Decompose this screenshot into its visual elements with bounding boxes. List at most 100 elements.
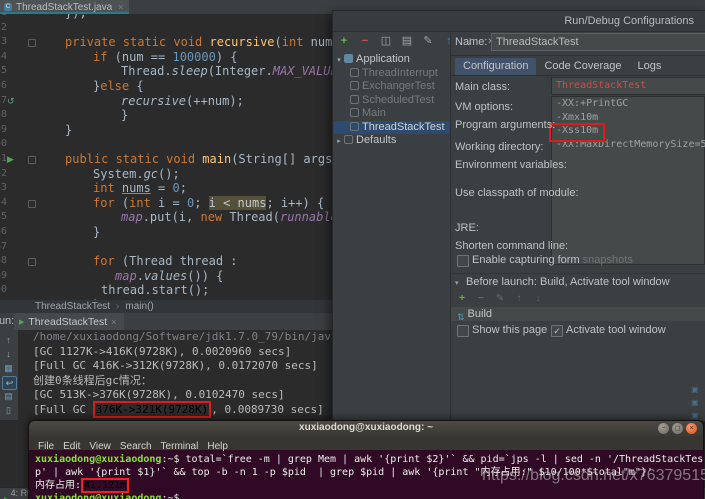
expand-icon[interactable]: ▾ [334,54,344,68]
collapse-icon[interactable]: ▾ [455,279,459,287]
gc-watcher-icon[interactable]: ▦ [2,362,15,374]
collapsed-icon[interactable]: ▸ [334,135,344,149]
line-number: 38 [0,109,7,121]
label-program-arguments: Program arguments: [455,119,556,131]
code-line: 35Thread.sleep(Integer.MAX_VALUE); [0,64,334,79]
code-line: 31}); [0,14,334,21]
tree-item-scheduledtest[interactable]: ScheduledTest [334,94,449,108]
line-number: 41 [0,152,7,164]
configuration-icon [350,67,359,77]
move-up-button[interactable]: ↑ [443,34,455,48]
label-use-classpath-of-module: Use classpath of module: [455,187,579,199]
before-launch-toolbar: + − ✎ ↑ ↓ [457,293,543,304]
code-line: 41▶public static void main(String[] args… [0,152,334,167]
configuration-icon [350,121,359,131]
main-class-label: Main class: [455,81,511,93]
move-up-button[interactable]: ↑ [514,293,524,304]
configuration-icon [350,94,359,104]
console-output[interactable]: /home/xuxiaodong/Software/jdk1.7.0_79/bi… [18,330,334,420]
console-line: [Full GC 376K->321K(9728K), 0.0089730 se… [33,400,324,418]
tree-item-main[interactable]: Main [334,107,449,121]
fold-marker[interactable] [28,39,36,48]
copy-button[interactable]: ◫ [380,34,392,48]
terminal-window[interactable]: xuxiaodong@xuxiaodong: ~ − ◻ × File Edit Vie… [28,420,704,499]
soft-wrap-icon[interactable]: ↩ [2,376,17,390]
run-gutter-icon[interactable]: ▶ [7,152,14,167]
clear-icon[interactable]: ▯ [2,404,15,416]
close-tab-icon[interactable]: × [118,2,123,12]
tree-item-threadstacktest[interactable]: ThreadStackTest [334,120,449,134]
divider [451,273,705,274]
capture-snapshots-label: Enable capturing form snapshots [472,254,633,266]
code-line: 44for (int i = 0; i < nums; i++) { [0,195,334,211]
save-button[interactable]: ▤ [401,34,413,48]
code-editor[interactable]: 31});32 33private static void recursive(i… [0,14,334,300]
editor-tab[interactable]: C ThreadStackTest.java × [0,0,130,14]
code-line: 39} [0,123,334,138]
fold-marker[interactable] [28,199,36,208]
edit-button[interactable]: ✎ [495,293,505,304]
tab-configuration[interactable]: Configuration [455,58,537,75]
print-icon[interactable]: ▤ [2,390,15,402]
terminal-title-bar[interactable]: xuxiaodong@xuxiaodong: ~ − ◻ × [29,421,703,437]
build-task-item[interactable]: ⇅ Build [451,307,705,322]
main-class-input[interactable]: ThreadStackTest [551,77,705,95]
run-toolwindow-header: Run: ▶ ThreadStackTest × [0,313,334,330]
code-line: 37↺recursive(++num); [0,94,334,109]
minimize-button[interactable]: − [658,423,669,434]
line-number: 46 [0,225,7,237]
fold-marker[interactable] [28,155,36,164]
divider [451,55,705,56]
configurations-tree: ▾ Application ThreadInterrupt ExchangerTest… [334,53,449,148]
line-number: 37 [0,94,7,106]
tab-logs[interactable]: Logs [630,58,670,75]
capture-snapshots-checkbox[interactable] [457,255,469,267]
close-button[interactable]: × [686,423,697,434]
configuration-icon [350,108,359,117]
tree-group-defaults[interactable]: ▸ Defaults [334,134,449,148]
activate-tool-window-checkbox[interactable]: ✓ [551,325,563,337]
application-folder-icon [344,54,353,63]
terminal-line: xuxiaodong@xuxiaodong:~$ total=`free -m … [35,454,704,465]
code-line: 47 [0,240,334,255]
label-jre: JRE: [455,222,479,234]
tree-item-exchangertest[interactable]: ExchangerTest [334,80,449,94]
edit-defaults-button[interactable]: ✎ [422,34,434,48]
breadcrumb-separator: › [116,301,120,312]
name-input[interactable]: ThreadStackTest [491,33,705,51]
close-console-icon[interactable]: × [111,317,116,327]
run-console-tab[interactable]: ▶ ThreadStackTest × [14,313,125,330]
line-number: 45 [0,211,7,223]
tree-separator [450,31,451,421]
move-down-button[interactable]: ↓ [533,293,543,304]
maximize-button[interactable]: ◻ [672,423,683,434]
remove-button[interactable]: − [476,293,486,304]
line-number: 49 [0,269,7,281]
add-button[interactable]: + [338,34,350,48]
code-line: 40 [0,137,334,152]
vm-options-input[interactable]: -XX:+PrintGC -Xmx10m -Xss10m -XX:MaxDirectM… [549,96,705,265]
code-line: 50thread.start(); [0,283,334,298]
divider [451,75,705,76]
code-line: 46} [0,225,334,240]
activate-tool-window-label: Activate tool window [566,324,666,336]
tab-code-coverage[interactable]: Code Coverage [536,58,629,75]
label-shorten-command-line: Shorten command line: [455,240,569,252]
recursive-gutter-icon[interactable]: ↺ [7,94,15,109]
dialog-title-bar[interactable]: Run/Debug Configurations [333,11,705,32]
line-number: 34 [0,50,7,62]
tree-item-threadinterrupt[interactable]: ThreadInterrupt [334,67,449,81]
tree-group-application[interactable]: ▾ Application [334,53,449,67]
fold-marker[interactable] [28,258,36,267]
watermark: https://blog.csdn.net/x76379515 [482,467,705,484]
remove-button[interactable]: − [359,34,371,48]
line-number: 43 [0,182,7,194]
build-task-icon: ⇅ [457,312,465,322]
breadcrumb-method[interactable]: main() [125,301,153,312]
scroll-up-icon[interactable]: ↑ [2,334,15,346]
show-this-page-checkbox[interactable] [457,325,469,337]
scroll-down-icon[interactable]: ↓ [2,348,15,360]
breadcrumb-class[interactable]: ThreadStackTest [35,301,110,312]
line-number: 31 [0,14,7,21]
add-button[interactable]: + [457,293,467,304]
